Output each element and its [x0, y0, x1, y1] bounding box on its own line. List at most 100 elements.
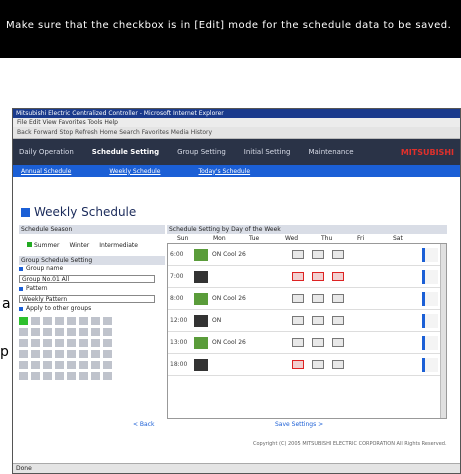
subnav-today[interactable]: Today's Schedule — [198, 168, 250, 175]
schedule-row[interactable]: 13:00 ON Cool 26 — [168, 332, 446, 354]
nav-group-setting[interactable]: Group Setting — [177, 148, 226, 156]
group-cell[interactable] — [91, 317, 100, 325]
group-cell[interactable] — [67, 328, 76, 336]
schedule-row[interactable]: 7:00 — [168, 266, 446, 288]
subnav-annual[interactable]: Annual Schedule — [21, 168, 71, 175]
group-cell[interactable] — [31, 339, 40, 347]
season-intermediate[interactable]: Intermediate — [99, 242, 138, 249]
status-box[interactable] — [312, 294, 324, 303]
status-box[interactable] — [332, 294, 344, 303]
group-cell[interactable] — [19, 317, 28, 325]
back-link[interactable]: < Back — [133, 421, 155, 428]
schedule-row[interactable]: 8:00 ON Cool 26 — [168, 288, 446, 310]
status-box[interactable] — [292, 316, 304, 325]
group-cell[interactable] — [55, 361, 64, 369]
group-cell[interactable] — [31, 361, 40, 369]
status-box[interactable] — [292, 250, 304, 259]
group-cell[interactable] — [55, 328, 64, 336]
row-control[interactable] — [422, 291, 438, 306]
group-cell[interactable] — [67, 339, 76, 347]
group-cell[interactable] — [31, 328, 40, 336]
nav-maintenance[interactable]: Maintenance — [308, 148, 353, 156]
group-cell[interactable] — [103, 372, 112, 380]
menu-bar[interactable]: File Edit View Favorites Tools Help — [13, 118, 460, 127]
status-box[interactable] — [332, 250, 344, 259]
group-cell[interactable] — [43, 361, 52, 369]
row-control[interactable] — [422, 269, 438, 284]
group-cell[interactable] — [67, 317, 76, 325]
group-cell[interactable] — [31, 350, 40, 358]
group-select[interactable]: Group No.01 All — [19, 275, 155, 283]
group-cell[interactable] — [79, 350, 88, 358]
group-cell[interactable] — [103, 339, 112, 347]
row-control[interactable] — [422, 335, 438, 350]
day-tab[interactable]: Sat — [393, 234, 429, 243]
status-box[interactable] — [312, 338, 324, 347]
nav-schedule-setting[interactable]: Schedule Setting — [92, 148, 159, 156]
row-control[interactable] — [422, 247, 438, 262]
group-cell[interactable] — [55, 350, 64, 358]
schedule-row[interactable]: 18:00 — [168, 354, 446, 376]
group-cell[interactable] — [31, 372, 40, 380]
group-cell[interactable] — [79, 372, 88, 380]
nav-daily-operation[interactable]: Daily Operation — [19, 148, 74, 156]
group-cell[interactable] — [67, 361, 76, 369]
group-cell[interactable] — [103, 317, 112, 325]
day-tab[interactable]: Thu — [321, 234, 357, 243]
day-tab[interactable]: Mon — [213, 234, 249, 243]
group-cell[interactable] — [79, 361, 88, 369]
status-box[interactable] — [332, 338, 344, 347]
day-tab[interactable]: Fri — [357, 234, 393, 243]
group-cell[interactable] — [55, 339, 64, 347]
status-box[interactable] — [292, 360, 304, 369]
group-cell[interactable] — [67, 350, 76, 358]
group-cell[interactable] — [79, 328, 88, 336]
group-cell[interactable] — [67, 372, 76, 380]
status-box[interactable] — [312, 272, 324, 281]
day-tab[interactable]: Wed — [285, 234, 321, 243]
group-cell[interactable] — [43, 317, 52, 325]
pattern-select[interactable]: Weekly Pattern — [19, 295, 155, 303]
row-control[interactable] — [422, 357, 438, 372]
group-cell[interactable] — [31, 317, 40, 325]
group-cell[interactable] — [91, 339, 100, 347]
group-cell[interactable] — [91, 350, 100, 358]
save-settings-button[interactable]: Save Settings > — [275, 421, 323, 428]
row-control[interactable] — [422, 313, 438, 328]
group-cell[interactable] — [19, 372, 28, 380]
status-box[interactable] — [332, 316, 344, 325]
status-box[interactable] — [292, 294, 304, 303]
group-cell[interactable] — [19, 350, 28, 358]
status-box[interactable] — [312, 316, 324, 325]
group-cell[interactable] — [103, 328, 112, 336]
nav-initial-setting[interactable]: Initial Setting — [244, 148, 291, 156]
group-cell[interactable] — [79, 339, 88, 347]
group-cell[interactable] — [19, 339, 28, 347]
group-cell[interactable] — [103, 350, 112, 358]
scrollbar[interactable] — [440, 244, 446, 418]
group-cell[interactable] — [19, 328, 28, 336]
status-box[interactable] — [312, 250, 324, 259]
group-cell[interactable] — [55, 317, 64, 325]
season-summer[interactable]: Summer — [27, 241, 59, 249]
group-cell[interactable] — [43, 350, 52, 358]
group-cell[interactable] — [43, 339, 52, 347]
group-cell[interactable] — [91, 372, 100, 380]
day-tab[interactable]: Sun — [177, 234, 213, 243]
group-cell[interactable] — [55, 372, 64, 380]
group-cell[interactable] — [19, 361, 28, 369]
status-box[interactable] — [332, 272, 344, 281]
status-box[interactable] — [312, 360, 324, 369]
browser-toolbar[interactable]: Back Forward Stop Refresh Home Search Fa… — [13, 127, 460, 139]
group-cell[interactable] — [103, 361, 112, 369]
group-cell[interactable] — [43, 328, 52, 336]
group-cell[interactable] — [43, 372, 52, 380]
group-cell[interactable] — [79, 317, 88, 325]
status-box[interactable] — [332, 360, 344, 369]
schedule-row[interactable]: 12:00 ON — [168, 310, 446, 332]
subnav-weekly[interactable]: Weekly Schedule — [109, 168, 160, 175]
day-tab[interactable]: Tue — [249, 234, 285, 243]
status-box[interactable] — [292, 272, 304, 281]
season-winter[interactable]: Winter — [69, 242, 89, 249]
group-cell[interactable] — [91, 361, 100, 369]
